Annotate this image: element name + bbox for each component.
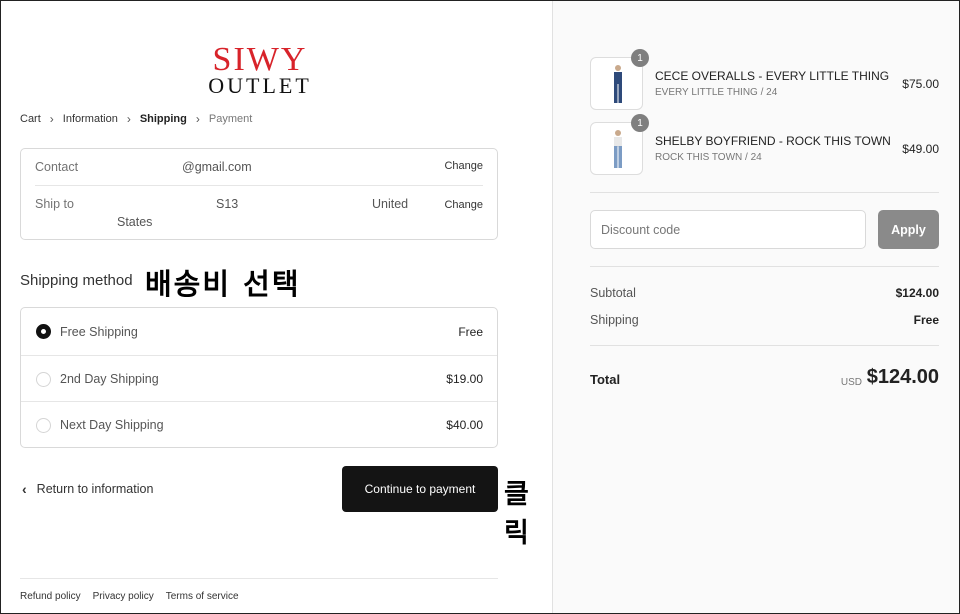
breadcrumb-cart[interactable]: Cart	[20, 113, 41, 125]
product-variant: ROCK THIS TOWN / 24	[655, 152, 762, 163]
product-variant: EVERY LITTLE THING / 24	[655, 87, 778, 98]
chevron-left-icon: ‹	[22, 481, 27, 497]
store-logo[interactable]: SIWY OUTLET	[205, 41, 315, 98]
shipping-label: Shipping	[590, 313, 639, 327]
logo-line1: SIWY	[212, 41, 308, 78]
total-value: $124.00	[866, 366, 939, 388]
breadcrumb: Cart › Information › Shipping › Payment	[20, 112, 252, 126]
subtotal-value: $124.00	[895, 286, 939, 300]
order-summary: 1 CECE OVERALLS - EVERY LITTLE THING EVE…	[552, 1, 959, 613]
subtotal-label: Subtotal	[590, 286, 636, 300]
total-row: Total USD $124.00	[590, 366, 939, 396]
breadcrumb-shipping: Shipping	[139, 113, 187, 125]
shipping-option-free[interactable]: Free Shipping Free	[21, 308, 497, 355]
ship-to-row: Ship to S13 United States Change	[35, 197, 483, 237]
currency-code: USD	[840, 377, 862, 388]
summary-divider	[590, 266, 939, 267]
privacy-policy-link[interactable]: Privacy policy	[93, 591, 154, 602]
shipping-option-name: Next Day Shipping	[60, 418, 164, 432]
contact-row: Contact @gmail.com Change	[35, 160, 483, 186]
ship-to-value-a: S13	[216, 197, 239, 211]
total-label: Total	[590, 372, 621, 387]
radio-button-selected[interactable]	[36, 324, 51, 339]
shipping-method-heading: Shipping method	[20, 272, 133, 289]
ship-to-value-c: States	[117, 215, 153, 229]
quantity-badge: 1	[631, 49, 649, 67]
checkout-main: SIWY OUTLET Cart › Information › Shippin…	[1, 1, 552, 613]
radio-button[interactable]	[36, 417, 51, 433]
ship-to-label: Ship to	[35, 197, 74, 211]
cart-item: 1 CECE OVERALLS - EVERY LITTLE THING EVE…	[590, 49, 939, 110]
annotation-select-shipping: 배송비 선택	[145, 267, 301, 301]
chevron-right-icon: ›	[195, 112, 200, 126]
contact-label: Contact	[35, 160, 79, 174]
discount-code-input[interactable]	[590, 210, 866, 249]
summary-divider	[590, 345, 939, 346]
footer-divider	[20, 578, 498, 579]
return-label: Return to information	[36, 482, 154, 496]
contact-value: @gmail.com	[182, 160, 252, 174]
terms-of-service-link[interactable]: Terms of service	[166, 591, 239, 602]
chevron-right-icon: ›	[126, 112, 131, 126]
overalls-image-icon	[614, 65, 622, 103]
jeans-image-icon	[614, 130, 622, 168]
shipping-option-price: $40.00	[446, 418, 483, 432]
breadcrumb-information[interactable]: Information	[63, 113, 118, 125]
ship-to-change-link[interactable]: Change	[444, 199, 483, 211]
product-price: $49.00	[902, 142, 939, 156]
shipping-option-name: 2nd Day Shipping	[60, 372, 159, 386]
product-title: CECE OVERALLS - EVERY LITTLE THING	[655, 69, 890, 83]
shipping-option-price: Free	[458, 324, 483, 339]
product-title: SHELBY BOYFRIEND - ROCK THIS TOWN	[655, 134, 891, 148]
shipping-option-price: $19.00	[446, 372, 483, 386]
ship-to-value-b: United	[372, 197, 409, 211]
return-to-information-link[interactable]: ‹ Return to information	[22, 481, 153, 497]
review-box: Contact @gmail.com Change Ship to S13 Un…	[20, 148, 498, 240]
refund-policy-link[interactable]: Refund policy	[20, 591, 81, 602]
product-thumbnail: 1	[590, 49, 649, 110]
radio-button[interactable]	[36, 371, 51, 387]
logo-line2: OUTLET	[208, 73, 312, 98]
annotation-click: 클릭	[504, 479, 529, 549]
breadcrumb-payment: Payment	[208, 113, 253, 125]
product-thumbnail: 1	[590, 114, 649, 175]
quantity-badge: 1	[631, 114, 649, 132]
apply-discount-button[interactable]: Apply	[878, 210, 939, 249]
summary-divider	[590, 192, 939, 193]
policy-links: Refund policy Privacy policy Terms of se…	[20, 591, 239, 602]
product-price: $75.00	[902, 77, 939, 91]
shipping-option-name: Free Shipping	[60, 324, 138, 339]
shipping-option-2nd-day[interactable]: 2nd Day Shipping $19.00	[21, 355, 497, 402]
continue-to-payment-button[interactable]: Continue to payment	[342, 466, 498, 512]
shipping-options: Free Shipping Free 2nd Day Shipping $19.…	[20, 307, 498, 448]
shipping-option-next-day[interactable]: Next Day Shipping $40.00	[21, 401, 497, 448]
cart-item: 1 SHELBY BOYFRIEND - ROCK THIS TOWN ROCK…	[590, 114, 939, 175]
shipping-value: Free	[913, 313, 939, 327]
contact-change-link[interactable]: Change	[444, 160, 483, 172]
chevron-right-icon: ›	[49, 112, 54, 126]
